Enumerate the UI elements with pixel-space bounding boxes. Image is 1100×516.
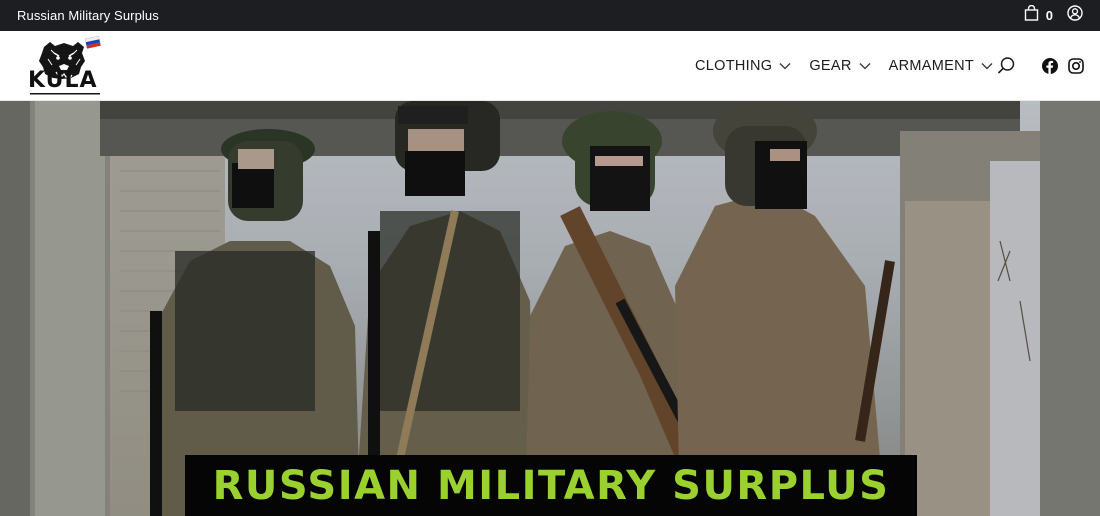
shopping-bag-icon bbox=[1024, 4, 1039, 26]
chevron-down-icon bbox=[859, 57, 871, 75]
cart-button[interactable]: 0 bbox=[1024, 4, 1053, 26]
search-icon bbox=[997, 57, 1016, 79]
russian-flag bbox=[84, 35, 101, 49]
account-button[interactable] bbox=[1067, 5, 1083, 26]
chevron-down-icon bbox=[981, 57, 993, 75]
chevron-down-icon bbox=[779, 57, 791, 75]
nav-item-gear[interactable]: GEAR bbox=[809, 57, 871, 75]
top-bar: Russian Military Surplus 0 bbox=[0, 0, 1100, 31]
facebook-icon bbox=[1042, 58, 1058, 78]
store-name: Russian Military Surplus bbox=[17, 8, 159, 23]
nav-label: GEAR bbox=[809, 58, 852, 74]
instagram-icon bbox=[1068, 58, 1084, 78]
nav-label: ARMAMENT bbox=[888, 58, 974, 74]
nav-item-clothing[interactable]: CLOTHING bbox=[695, 57, 791, 75]
main-navigation: CLOTHING GEAR ARMAMENT bbox=[695, 31, 1011, 101]
site-logo[interactable]: KULA bbox=[24, 35, 104, 97]
facebook-link[interactable] bbox=[1042, 58, 1058, 79]
main-header: KULA CLOTHING GEAR ARMAMENT bbox=[0, 31, 1100, 101]
nav-item-armament[interactable]: ARMAMENT bbox=[889, 57, 993, 75]
cart-count: 0 bbox=[1045, 8, 1053, 23]
top-bar-actions: 0 bbox=[1024, 4, 1083, 26]
instagram-link[interactable] bbox=[1068, 58, 1084, 79]
hero-image bbox=[0, 101, 1100, 516]
hero-title-banner: RUSSIAN MILITARY SURPLUS bbox=[185, 455, 917, 516]
hero-title: RUSSIAN MILITARY SURPLUS bbox=[212, 463, 890, 509]
nav-label: CLOTHING bbox=[695, 58, 773, 74]
hero-banner[interactable]: RUSSIAN MILITARY SURPLUS bbox=[0, 101, 1100, 516]
search-button[interactable] bbox=[997, 56, 1016, 80]
logo-text: KULA bbox=[28, 68, 98, 93]
user-circle-icon bbox=[1067, 5, 1083, 26]
